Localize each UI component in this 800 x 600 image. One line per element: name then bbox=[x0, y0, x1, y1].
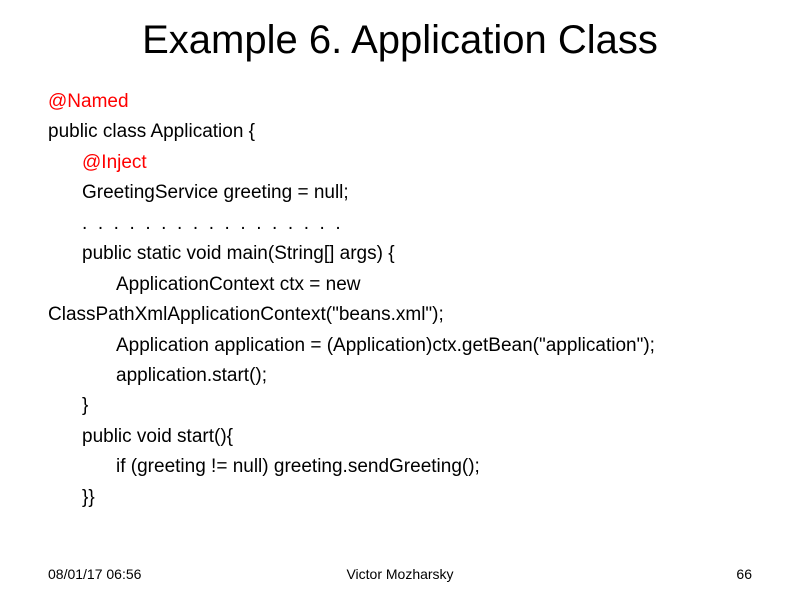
code-line: GreetingService greeting = null; bbox=[48, 178, 752, 207]
code-line: Application application = (Application)c… bbox=[48, 331, 752, 360]
code-line: ApplicationContext ctx = new bbox=[48, 270, 752, 299]
code-line: . . . . . . . . . . . . . . . . . bbox=[48, 209, 752, 238]
code-line: application.start(); bbox=[48, 361, 752, 390]
code-block: @Named public class Application { @Injec… bbox=[48, 87, 752, 512]
footer-author: Victor Mozharsky bbox=[346, 566, 453, 582]
slide-footer: 08/01/17 06:56 Victor Mozharsky 66 bbox=[48, 566, 752, 582]
code-annotation-inject: @Inject bbox=[48, 148, 752, 177]
slide-title: Example 6. Application Class bbox=[48, 18, 752, 63]
code-line: }} bbox=[48, 483, 752, 512]
code-line: ClassPathXmlApplicationContext("beans.xm… bbox=[48, 300, 752, 329]
footer-page-number: 66 bbox=[736, 566, 752, 582]
code-line: } bbox=[48, 391, 752, 420]
code-annotation-named: @Named bbox=[48, 87, 752, 116]
footer-date: 08/01/17 06:56 bbox=[48, 566, 141, 582]
code-line: if (greeting != null) greeting.sendGreet… bbox=[48, 452, 752, 481]
code-line: public void start(){ bbox=[48, 422, 752, 451]
code-line: public static void main(String[] args) { bbox=[48, 239, 752, 268]
slide-container: Example 6. Application Class @Named publ… bbox=[0, 0, 800, 600]
code-line: public class Application { bbox=[48, 117, 752, 146]
